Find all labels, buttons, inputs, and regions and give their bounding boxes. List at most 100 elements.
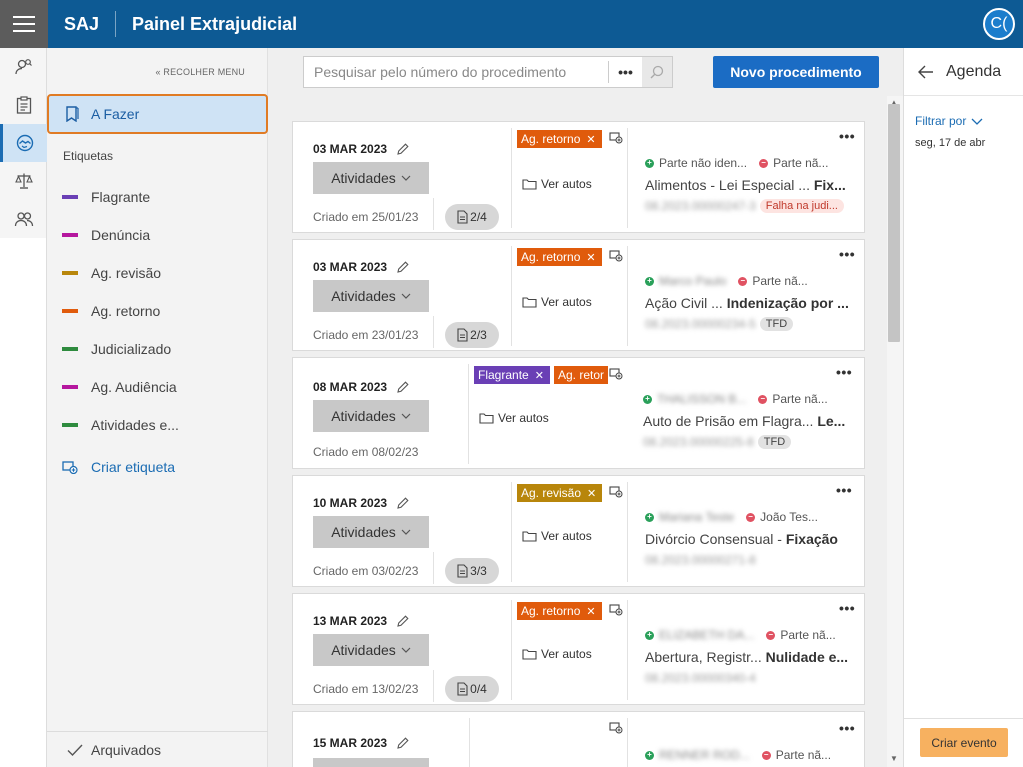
add-tag-icon[interactable] xyxy=(609,722,623,734)
collapse-menu-button[interactable]: « RECOLHER MENU xyxy=(155,67,245,77)
create-event-button[interactable]: Criar evento xyxy=(920,728,1008,757)
procedure-card[interactable]: 10 MAR 2023 Atividades Criado em 03/02/2… xyxy=(292,475,865,587)
activities-label: Atividades xyxy=(331,642,396,658)
tag-label: Ag. Audiência xyxy=(91,379,177,395)
tag-item-ag-retorno[interactable]: Ag. retorno xyxy=(62,303,160,319)
edit-icon[interactable] xyxy=(397,615,409,627)
activities-dropdown[interactable] xyxy=(313,758,429,767)
rail-item-clipboard[interactable] xyxy=(0,86,47,124)
agenda-filter-dropdown[interactable]: Filtrar por xyxy=(915,114,983,128)
tag-chip-ag-retorno[interactable]: Ag. retorno ✕ xyxy=(517,248,602,266)
close-icon[interactable]: ✕ xyxy=(586,133,595,146)
minus-icon: – xyxy=(766,630,776,640)
edit-icon[interactable] xyxy=(397,737,409,749)
tag-chip-ag-retorno[interactable]: Ag. retorno ✕ xyxy=(517,130,602,148)
procedure-card[interactable]: 13 MAR 2023 Atividades Criado em 13/02/2… xyxy=(292,593,865,705)
view-case-button[interactable]: Ver autos xyxy=(522,529,592,543)
rail-item-scales[interactable] xyxy=(0,162,47,200)
view-case-button[interactable]: Ver autos xyxy=(522,177,592,191)
menu-icon[interactable] xyxy=(0,0,48,48)
close-icon[interactable]: ✕ xyxy=(586,251,595,264)
more-options-button[interactable]: ••• xyxy=(839,600,855,616)
procedure-subject: Nulidade e... xyxy=(765,649,849,665)
procedure-number-row: 08.2023.00000234-5 TFD xyxy=(645,317,794,331)
more-options-button[interactable]: ••• xyxy=(839,128,855,144)
search-input[interactable] xyxy=(304,64,608,80)
search-icon[interactable] xyxy=(642,57,672,87)
agenda-filter-label: Filtrar por xyxy=(915,114,967,128)
procedure-subject: Le... xyxy=(817,413,846,429)
edit-icon[interactable] xyxy=(397,143,409,155)
add-tag-icon[interactable] xyxy=(609,368,623,380)
view-case-label: Ver autos xyxy=(541,177,592,191)
card-date: 08 MAR 2023 xyxy=(313,380,409,394)
user-avatar[interactable]: C( xyxy=(983,8,1015,40)
more-options-button[interactable]: ••• xyxy=(836,482,852,498)
document-icon xyxy=(457,564,468,578)
activities-label: Atividades xyxy=(331,408,396,424)
procedure-title: Alimentos - Lei Especial ... Fix... xyxy=(645,177,846,193)
rail-item-handshake[interactable] xyxy=(0,124,47,162)
view-case-button[interactable]: Ver autos xyxy=(479,411,549,425)
add-tag-icon[interactable] xyxy=(609,250,623,262)
edit-icon[interactable] xyxy=(397,497,409,509)
procedure-card[interactable]: 03 MAR 2023 Atividades Criado em 25/01/2… xyxy=(292,121,865,233)
create-tag-button[interactable]: Criar etiqueta xyxy=(62,459,175,475)
add-tag-icon[interactable] xyxy=(609,486,623,498)
edit-icon[interactable] xyxy=(397,261,409,273)
view-case-button[interactable]: Ver autos xyxy=(522,647,592,661)
close-icon[interactable]: ✕ xyxy=(587,487,596,500)
tag-label: Ag. revisão xyxy=(91,265,162,281)
card-divider xyxy=(433,670,434,702)
scrollbar-thumb[interactable] xyxy=(888,104,900,342)
procedure-card[interactable]: 08 MAR 2023 Atividades Criado em 08/02/2… xyxy=(292,357,865,469)
rail-item-group[interactable] xyxy=(0,200,47,238)
tag-item-ag-audiencia[interactable]: Ag. Audiência xyxy=(62,379,177,395)
view-case-button[interactable]: Ver autos xyxy=(522,295,592,309)
top-bar: SAJ Painel Extrajudicial C( xyxy=(0,0,1023,48)
activities-dropdown[interactable]: Atividades xyxy=(313,400,429,432)
activities-dropdown[interactable]: Atividades xyxy=(313,634,429,666)
new-procedure-button[interactable]: Novo procedimento xyxy=(713,56,879,88)
documents-counter[interactable]: 2/4 xyxy=(445,204,499,230)
more-options-button[interactable]: ••• xyxy=(839,720,855,736)
folder-icon xyxy=(479,412,494,424)
archived-button[interactable]: Arquivados xyxy=(47,731,268,767)
add-tag-icon[interactable] xyxy=(609,132,623,144)
tag-chip-flagrante[interactable]: Flagrante ✕ xyxy=(474,366,550,384)
close-icon[interactable]: ✕ xyxy=(535,369,544,382)
minus-icon: – xyxy=(759,158,769,168)
tag-item-denuncia[interactable]: Denúncia xyxy=(62,227,150,243)
folder-icon xyxy=(522,648,537,660)
activities-dropdown[interactable]: Atividades xyxy=(313,280,429,312)
card-date-text: 03 MAR 2023 xyxy=(313,260,388,274)
collapse-menu-label: RECOLHER MENU xyxy=(163,67,245,77)
card-parties: + Parte não iden... – Parte nã... xyxy=(645,156,828,170)
rail-item-people[interactable] xyxy=(0,48,47,86)
procedure-card[interactable]: 15 MAR 2023 ••• + RENNER ROD... – Parte nã.… xyxy=(292,711,865,767)
tag-chip-ag-retorno[interactable]: Ag. retor xyxy=(554,366,608,384)
more-options-button[interactable]: ••• xyxy=(836,364,852,380)
documents-counter[interactable]: 3/3 xyxy=(445,558,499,584)
edit-icon[interactable] xyxy=(397,381,409,393)
close-icon[interactable]: ✕ xyxy=(586,605,595,618)
activities-label: Atividades xyxy=(331,524,396,540)
documents-counter[interactable]: 0/4 xyxy=(445,676,499,702)
tag-item-atividades[interactable]: Atividades e... xyxy=(62,417,179,433)
scroll-down-arrow[interactable]: ▼ xyxy=(888,754,900,763)
tag-item-ag-revisao[interactable]: Ag. revisão xyxy=(62,265,161,281)
search-options-button[interactable]: ••• xyxy=(608,61,642,83)
documents-counter[interactable]: 2/3 xyxy=(445,322,499,348)
tag-chip-ag-revisao[interactable]: Ag. revisão ✕ xyxy=(517,484,603,502)
more-options-button[interactable]: ••• xyxy=(839,246,855,262)
tag-item-flagrante[interactable]: Flagrante xyxy=(62,189,150,205)
sidebar-item-todo[interactable]: A Fazer xyxy=(47,94,268,134)
tag-item-judicializado[interactable]: Judicializado xyxy=(62,341,171,357)
tag-chip-ag-retorno[interactable]: Ag. retorno ✕ xyxy=(517,602,602,620)
activities-dropdown[interactable]: Atividades xyxy=(313,162,429,194)
activities-dropdown[interactable]: Atividades xyxy=(313,516,429,548)
back-arrow-icon[interactable] xyxy=(918,65,934,79)
add-tag-icon[interactable] xyxy=(609,604,623,616)
card-divider xyxy=(469,718,470,767)
procedure-card[interactable]: 03 MAR 2023 Atividades Criado em 23/01/2… xyxy=(292,239,865,351)
